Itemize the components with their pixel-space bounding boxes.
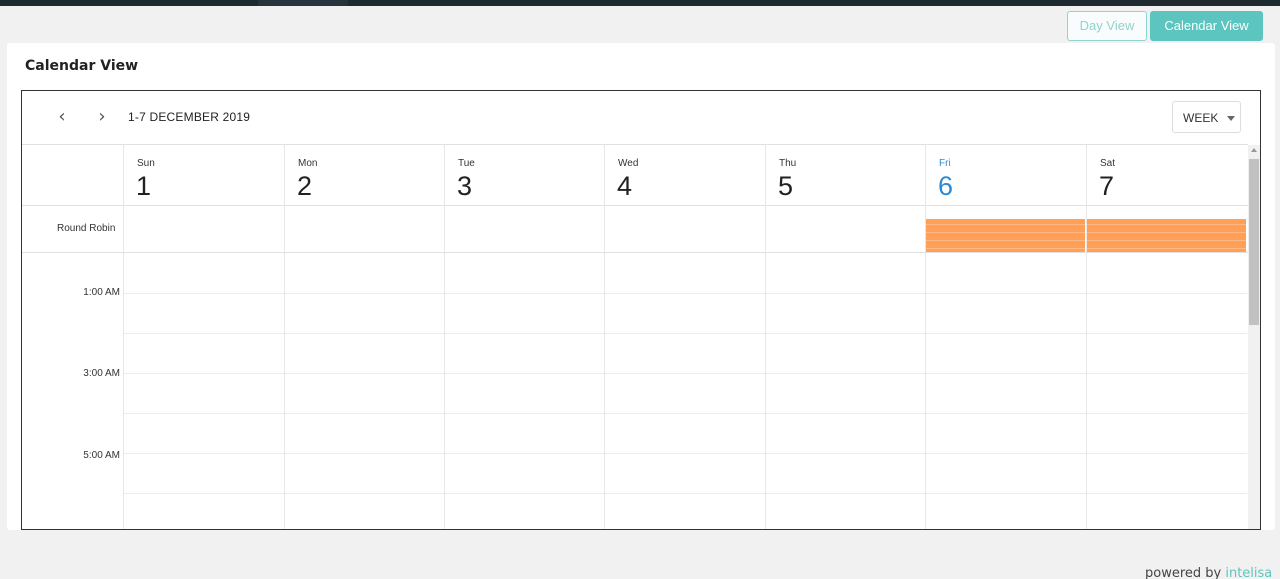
day-number-7: 7 xyxy=(1099,171,1115,201)
event-stripe xyxy=(926,240,1085,241)
card-title: Calendar View xyxy=(25,58,139,74)
time-slot-line xyxy=(123,373,1247,374)
event-stripe xyxy=(926,224,1085,225)
day-number-3: 3 xyxy=(457,171,473,201)
day-column-divider xyxy=(604,144,605,529)
day-view-button[interactable]: Day View xyxy=(1067,11,1147,41)
brand-name: intelisa xyxy=(1225,566,1273,579)
time-slot-line xyxy=(123,453,1247,454)
date-range-label: 1-7 DECEMBER 2019 xyxy=(128,110,251,124)
day-column-divider xyxy=(444,144,445,529)
top-nav-active-segment xyxy=(258,0,348,6)
chevron-down-icon xyxy=(1227,116,1235,121)
day-name-sun: Sun xyxy=(137,158,155,169)
chevron-left-icon[interactable]: ‹ xyxy=(52,108,72,128)
week-calendar: ‹ › 1-7 DECEMBER 2019 WEEK Sun 1 Mon 2 Tue 3 W… xyxy=(21,90,1261,530)
grid-line xyxy=(22,144,1248,145)
time-slot-line xyxy=(123,413,1247,414)
day-column-divider xyxy=(925,144,926,529)
day-number-5: 5 xyxy=(778,171,794,201)
day-number-6: 6 xyxy=(938,171,954,201)
view-mode-select[interactable]: WEEK xyxy=(1172,101,1241,133)
day-name-thu: Thu xyxy=(779,158,797,169)
calendar-event[interactable] xyxy=(1087,219,1246,252)
time-slot-line xyxy=(123,293,1247,294)
calendar-card: Calendar View ‹ › 1-7 DECEMBER 2019 WEEK… xyxy=(7,43,1275,530)
day-column-divider xyxy=(284,144,285,529)
time-slot-line xyxy=(123,493,1247,494)
event-stripe xyxy=(1087,240,1246,241)
day-column-divider xyxy=(123,144,124,529)
resource-label: Round Robin xyxy=(57,223,116,234)
scrollbar-thumb[interactable] xyxy=(1249,159,1259,325)
grid-line xyxy=(22,252,1248,253)
day-number-2: 2 xyxy=(297,171,313,201)
event-stripe xyxy=(926,232,1085,233)
grid-line xyxy=(22,205,1248,206)
day-column-divider xyxy=(1086,144,1087,529)
time-label: 5:00 AM xyxy=(83,450,120,461)
chevron-right-icon[interactable]: › xyxy=(92,108,112,128)
day-name-wed: Wed xyxy=(618,158,639,169)
day-number-4: 4 xyxy=(617,171,633,201)
view-mode-value: WEEK xyxy=(1183,111,1219,125)
time-slot-line xyxy=(123,333,1247,334)
powered-by-footer: powered by intelisa xyxy=(1145,566,1272,579)
day-column-divider xyxy=(765,144,766,529)
event-stripe xyxy=(1087,248,1246,249)
day-name-tue: Tue xyxy=(458,158,475,169)
day-name-mon: Mon xyxy=(298,158,318,169)
day-name-sat: Sat xyxy=(1100,158,1116,169)
time-label: 3:00 AM xyxy=(83,368,120,379)
calendar-event[interactable] xyxy=(926,219,1085,252)
vertical-scrollbar[interactable] xyxy=(1248,145,1260,529)
event-stripe xyxy=(1087,232,1246,233)
powered-by-text: powered by xyxy=(1145,566,1226,579)
event-stripe xyxy=(926,248,1085,249)
top-navigation-bar xyxy=(0,0,1280,6)
event-stripe xyxy=(1087,224,1246,225)
scroll-up-icon[interactable] xyxy=(1251,148,1257,152)
day-name-fri: Fri xyxy=(939,158,951,169)
calendar-view-button[interactable]: Calendar View xyxy=(1150,11,1263,41)
day-number-1: 1 xyxy=(136,171,152,201)
time-label: 1:00 AM xyxy=(83,287,120,298)
